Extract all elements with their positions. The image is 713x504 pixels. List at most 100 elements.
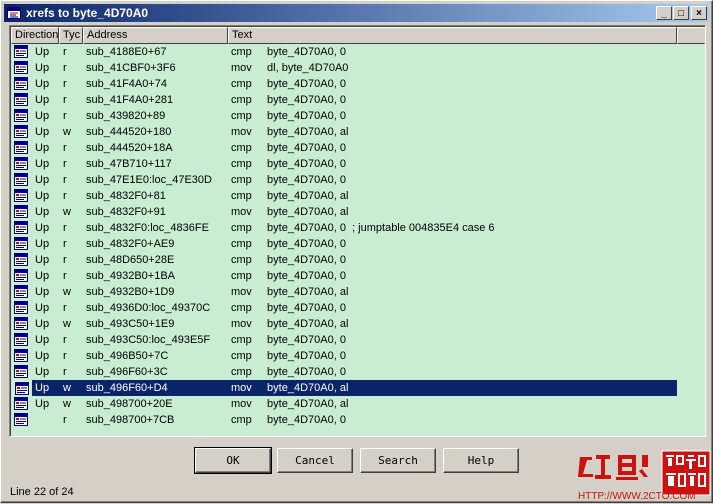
text-cell: mov byte_4D70A0, al bbox=[231, 286, 349, 298]
column-header-address[interactable]: Address bbox=[83, 27, 228, 44]
address-cell: sub_4188E0+67 bbox=[86, 46, 167, 58]
text-cell: cmp byte_4D70A0, 0 bbox=[231, 366, 346, 378]
column-header-type[interactable]: Tyc bbox=[59, 27, 83, 44]
direction-cell: Up bbox=[35, 142, 50, 154]
xref-row-icon bbox=[14, 237, 30, 251]
watermark-url: HTTP://WWW.2CTO.COM bbox=[578, 491, 696, 501]
direction-cell: Up bbox=[35, 270, 50, 282]
table-row[interactable]: Up r sub_444520+18A cmp byte_4D70A0, 0 bbox=[11, 140, 677, 156]
type-cell: r bbox=[63, 78, 67, 90]
ok-button[interactable]: OK bbox=[194, 447, 272, 474]
table-row[interactable]: Up r sub_4832F0:loc_4836FE cmp byte_4D70A0,… bbox=[11, 220, 677, 236]
table-row[interactable]: Up w sub_493C50+1E9 mov byte_4D70A0, al bbox=[11, 316, 677, 332]
direction-cell: Up bbox=[35, 78, 50, 90]
minimize-button[interactable]: _ bbox=[656, 6, 672, 20]
table-row[interactable]: Up w sub_4832F0+91 mov byte_4D70A0, al bbox=[11, 204, 677, 220]
text-cell: mov byte_4D70A0, al bbox=[231, 206, 349, 218]
text-cell: mov byte_4D70A0, al bbox=[231, 382, 349, 394]
xref-row-icon bbox=[14, 77, 30, 91]
maximize-icon: □ bbox=[677, 7, 685, 19]
search-button[interactable]: Search bbox=[360, 448, 436, 473]
direction-cell: Up bbox=[35, 126, 50, 138]
xref-row-icon bbox=[14, 141, 30, 155]
text-cell: mov byte_4D70A0, al bbox=[231, 318, 349, 330]
text-cell: cmp byte_4D70A0, 0 bbox=[231, 110, 346, 122]
table-row[interactable]: Up r sub_439820+89 cmp byte_4D70A0, 0 bbox=[11, 108, 677, 124]
text-cell: cmp byte_4D70A0, 0 bbox=[231, 414, 346, 426]
address-cell: sub_41CBF0+3F6 bbox=[86, 62, 176, 74]
table-row[interactable]: r sub_498700+7CB cmp byte_4D70A0, 0 bbox=[11, 412, 677, 428]
direction-cell: Up bbox=[35, 254, 50, 266]
table-row[interactable]: Up w sub_4932B0+1D9 mov byte_4D70A0, al bbox=[11, 284, 677, 300]
text-cell: mov byte_4D70A0, al bbox=[231, 398, 349, 410]
table-row[interactable]: Up r sub_47E1E0:loc_47E30D cmp byte_4D70A0,… bbox=[11, 172, 677, 188]
table-row[interactable]: Up r sub_4932B0+1BA cmp byte_4D70A0, 0 bbox=[11, 268, 677, 284]
type-cell: r bbox=[63, 110, 67, 122]
type-cell: w bbox=[63, 318, 71, 330]
watermark-logo: HTTP://WWW.2CTO.COM bbox=[576, 447, 711, 502]
table-row[interactable]: Up w sub_496F60+D4 mov byte_4D70A0, al bbox=[11, 380, 677, 396]
title-bar[interactable]: xrefs to byte_4D70A0 _ □ × bbox=[4, 4, 709, 22]
xref-row-icon bbox=[14, 349, 30, 363]
xrefs-dialog: xrefs to byte_4D70A0 _ □ × Direction Tyc… bbox=[0, 0, 713, 503]
address-cell: sub_496F60+3C bbox=[86, 366, 168, 378]
xref-row-icon bbox=[14, 205, 30, 219]
table-row[interactable]: Up r sub_4188E0+67 cmp byte_4D70A0, 0 bbox=[11, 44, 677, 60]
table-row[interactable]: Up r sub_4832F0+81 cmp byte_4D70A0, al bbox=[11, 188, 677, 204]
table-row[interactable]: Up r sub_496F60+3C cmp byte_4D70A0, 0 bbox=[11, 364, 677, 380]
address-cell: sub_493C50+1E9 bbox=[86, 318, 175, 330]
table-row[interactable]: Up r sub_493C50:loc_493E5F cmp byte_4D70A0,… bbox=[11, 332, 677, 348]
xref-row-icon bbox=[14, 45, 30, 59]
direction-cell: Up bbox=[35, 158, 50, 170]
text-cell: cmp byte_4D70A0, 0 bbox=[231, 78, 346, 90]
table-row[interactable]: Up r sub_4832F0+AE9 cmp byte_4D70A0, 0 bbox=[11, 236, 677, 252]
close-button[interactable]: × bbox=[691, 6, 707, 20]
xref-row-icon bbox=[14, 397, 30, 411]
table-row[interactable]: Up r sub_41F4A0+281 cmp byte_4D70A0, 0 bbox=[11, 92, 677, 108]
table-row[interactable]: Up w sub_444520+180 mov byte_4D70A0, al bbox=[11, 124, 677, 140]
xrefs-list[interactable]: Direction Tyc Address Text Up r sub_4188E0… bbox=[9, 25, 706, 437]
type-cell: r bbox=[63, 254, 67, 266]
xref-row-icon bbox=[14, 333, 30, 347]
type-cell: r bbox=[63, 302, 67, 314]
help-button[interactable]: Help bbox=[443, 448, 519, 473]
xref-row-icon bbox=[14, 125, 30, 139]
address-cell: sub_444520+18A bbox=[86, 142, 173, 154]
text-cell: cmp byte_4D70A0, al bbox=[231, 190, 349, 202]
address-cell: sub_493C50:loc_493E5F bbox=[86, 334, 211, 346]
xref-row-icon bbox=[14, 61, 30, 75]
type-cell: r bbox=[63, 334, 67, 346]
status-line: Line 22 of 24 bbox=[10, 486, 74, 498]
address-cell: sub_47B710+117 bbox=[86, 158, 172, 170]
text-cell: cmp byte_4D70A0, 0 bbox=[231, 94, 346, 106]
type-cell: w bbox=[63, 206, 71, 218]
type-cell: r bbox=[63, 350, 67, 362]
type-cell: w bbox=[63, 398, 71, 410]
address-cell: sub_496B50+7C bbox=[86, 350, 169, 362]
table-row[interactable]: Up r sub_4936D0:loc_49370C cmp byte_4D70A0,… bbox=[11, 300, 677, 316]
xref-row-icon bbox=[14, 189, 30, 203]
type-cell: r bbox=[63, 366, 67, 378]
xref-row-icon bbox=[14, 109, 30, 123]
table-row[interactable]: Up r sub_41F4A0+74 cmp byte_4D70A0, 0 bbox=[11, 76, 677, 92]
text-cell: cmp byte_4D70A0, 0 bbox=[231, 158, 346, 170]
table-row[interactable]: Up r sub_41CBF0+3F6 mov dl, byte_4D70A0 bbox=[11, 60, 677, 76]
text-cell: cmp byte_4D70A0, 0 bbox=[231, 46, 346, 58]
table-row[interactable]: Up r sub_47B710+117 cmp byte_4D70A0, 0 bbox=[11, 156, 677, 172]
maximize-button[interactable]: □ bbox=[673, 6, 689, 20]
address-cell: sub_48D650+28E bbox=[86, 254, 175, 266]
text-cell: cmp byte_4D70A0, 0 ; jumptable 004835E4 … bbox=[231, 222, 495, 234]
column-header-direction[interactable]: Direction bbox=[11, 27, 59, 44]
address-cell: sub_4832F0+AE9 bbox=[86, 238, 175, 250]
cancel-button[interactable]: Cancel bbox=[277, 448, 353, 473]
column-header-text[interactable]: Text bbox=[228, 27, 677, 44]
list-rows: Up r sub_4188E0+67 cmp byte_4D70A0, 0 Up r sub… bbox=[11, 44, 677, 428]
minimize-icon: _ bbox=[661, 7, 667, 19]
direction-cell: Up bbox=[35, 398, 50, 410]
table-row[interactable]: Up r sub_48D650+28E cmp byte_4D70A0, 0 bbox=[11, 252, 677, 268]
text-cell: cmp byte_4D70A0, 0 bbox=[231, 350, 346, 362]
table-row[interactable]: Up r sub_496B50+7C cmp byte_4D70A0, 0 bbox=[11, 348, 677, 364]
direction-cell: Up bbox=[35, 286, 50, 298]
direction-cell: Up bbox=[35, 46, 50, 58]
table-row[interactable]: Up w sub_498700+20E mov byte_4D70A0, al bbox=[11, 396, 677, 412]
